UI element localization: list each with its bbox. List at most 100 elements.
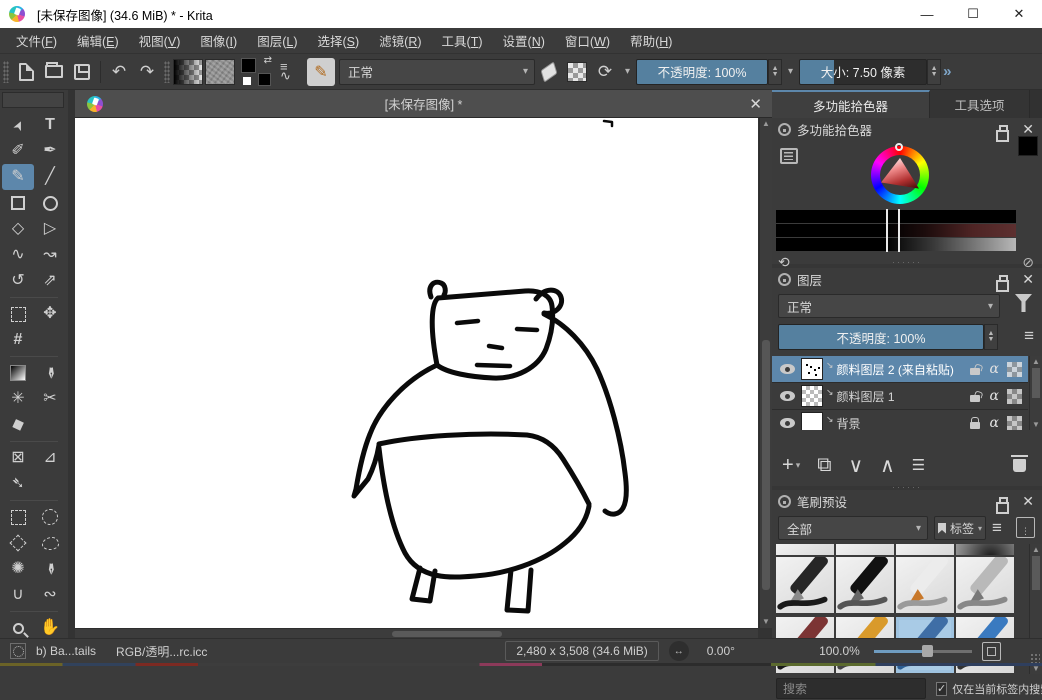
brush-search-input[interactable] <box>776 678 926 699</box>
scroll-up-icon[interactable]: ▲ <box>760 118 772 130</box>
current-color-swatch[interactable] <box>1018 136 1038 156</box>
save-button[interactable] <box>68 59 96 85</box>
layer-list-scrollbar[interactable]: ▲ ▼ <box>1029 356 1042 430</box>
layer-row[interactable]: ↘ 颜料图层 2 (来自粘贴) α <box>772 356 1028 383</box>
layer-opacity-spinner[interactable]: ▲▼ <box>984 324 998 350</box>
layer-alpha-icon[interactable]: α <box>990 415 999 430</box>
lock-icon[interactable] <box>778 123 791 136</box>
menu-item[interactable]: 编辑(E) <box>67 27 129 54</box>
canvas[interactable] <box>75 118 758 628</box>
reload-dropdown-arrow[interactable]: ▾ <box>619 66 636 77</box>
brush-preset-airbrush[interactable] <box>956 544 1014 555</box>
close-panel-icon[interactable]: ✕ <box>1022 493 1034 510</box>
lock-icon[interactable] <box>778 273 791 286</box>
tab-advanced-color-selector[interactable]: 多功能拾色器 <box>772 90 930 118</box>
brush-preset-pen-black-1[interactable] <box>776 557 834 613</box>
toolbox-header-grip[interactable] <box>2 92 64 108</box>
layer-name[interactable]: 颜料图层 1 <box>837 388 968 405</box>
calligraphy-tool[interactable]: ✒ <box>34 138 66 164</box>
preserve-alpha-button[interactable] <box>563 59 591 85</box>
layer-inherit-alpha-icon[interactable] <box>1007 362 1022 377</box>
assistants-tool[interactable]: ➴ <box>2 471 34 497</box>
bezier-select-tool[interactable]: ∪ <box>2 582 34 608</box>
lock-icon[interactable] <box>778 495 791 508</box>
bezier-curve-tool[interactable]: ∿ <box>2 242 34 268</box>
maximize-button[interactable]: ☐ <box>950 0 996 28</box>
freehand-path-tool[interactable]: ↝ <box>34 242 66 268</box>
line-tool[interactable]: ╱ <box>34 164 66 190</box>
dynamic-brush-tool[interactable]: ↺ <box>2 268 34 294</box>
hue-marker[interactable] <box>895 143 903 151</box>
statusbar-brush-name[interactable]: b) Ba...tails <box>36 644 96 658</box>
gradient-tool[interactable] <box>2 360 34 386</box>
layer-lock-icon[interactable] <box>970 395 980 402</box>
panel-drag-handle[interactable]: ······ <box>772 259 1042 265</box>
polyline-tool[interactable]: ▷ <box>34 216 66 242</box>
new-document-button[interactable] <box>12 59 40 85</box>
freehand-brush-tool[interactable]: ✎ <box>2 164 34 190</box>
layer-alpha-icon[interactable]: α <box>990 361 999 377</box>
layer-inherit-alpha-icon[interactable] <box>1007 389 1022 404</box>
brush-view-mode-button[interactable]: ⋮ <box>1016 517 1035 538</box>
brush-preset-eraser-large[interactable] <box>896 544 954 555</box>
menu-item[interactable]: 文件(F) <box>6 27 67 54</box>
brush-size-slider[interactable]: 大小: 7.50 像素 <box>799 59 927 85</box>
layer-visibility-eye-icon[interactable] <box>780 418 795 428</box>
brush-preset-eraser-soft[interactable] <box>836 544 894 555</box>
canvas-rotation-dial-icon[interactable]: ↔ <box>669 641 689 661</box>
menu-item[interactable]: 选择(S) <box>307 27 369 54</box>
menu-item[interactable]: 帮助(H) <box>620 27 682 54</box>
menu-item[interactable]: 图层(L) <box>247 27 307 54</box>
toolbar-grip[interactable] <box>3 61 9 83</box>
opacity-dropdown-arrow[interactable]: ▾ <box>782 66 799 77</box>
layer-thumbnail[interactable] <box>801 358 823 380</box>
move-layer-up-button[interactable]: ∧ <box>880 453 895 478</box>
hscroll-thumb[interactable] <box>392 631 502 637</box>
menu-item[interactable]: 工具(T) <box>432 27 493 54</box>
pattern-edit-tool[interactable]: ✳ <box>2 386 34 412</box>
vscroll-thumb[interactable] <box>762 340 770 590</box>
window-resize-grip[interactable] <box>1030 653 1040 663</box>
foreground-background-color-button[interactable]: ⇄ <box>241 58 271 86</box>
float-panel-icon[interactable] <box>999 125 1008 133</box>
eraser-mode-button[interactable] <box>535 59 563 85</box>
zoom-slider[interactable] <box>874 644 972 658</box>
fill-tool[interactable]: ◆ <box>2 412 34 438</box>
smart-patch-tool[interactable]: ✂ <box>34 386 66 412</box>
brush-size-spinner[interactable]: ▲▼ <box>927 59 941 85</box>
scroll-up-icon[interactable]: ▲ <box>1030 544 1042 555</box>
layer-lock-icon[interactable] <box>970 422 980 429</box>
layer-row[interactable]: ↘ 背景 α <box>772 410 1028 430</box>
magnetic-select-tool[interactable]: ∾ <box>34 582 66 608</box>
tab-tool-options[interactable]: 工具选项 <box>930 90 1030 118</box>
float-panel-icon[interactable] <box>999 497 1008 505</box>
close-panel-icon[interactable]: ✕ <box>1022 121 1034 138</box>
scroll-down-icon[interactable]: ▼ <box>1030 419 1042 430</box>
layer-opacity-slider[interactable]: 不透明度: 100% <box>778 324 984 350</box>
menu-item[interactable]: 设置(N) <box>493 27 555 54</box>
layer-name[interactable]: 颜料图层 2 (来自粘贴) <box>837 361 968 378</box>
text-tool[interactable]: T <box>34 112 66 138</box>
transform-tool[interactable] <box>2 301 34 327</box>
statusbar-color-profile[interactable]: RGB/透明...rc.icc <box>116 643 207 660</box>
contiguous-select-tool[interactable]: ✺ <box>2 556 34 582</box>
close-panel-icon[interactable]: ✕ <box>1022 271 1034 288</box>
canvas-vertical-scrollbar[interactable]: ▲ ▼ <box>759 118 772 628</box>
reference-images-tool[interactable]: ⊠ <box>2 445 34 471</box>
gradient-chooser-button[interactable] <box>173 59 203 85</box>
menu-item[interactable]: 视图(V) <box>129 27 191 54</box>
toolbar-overflow-button[interactable]: » <box>943 63 951 80</box>
brush-preset-pen-black-2[interactable] <box>836 557 894 613</box>
brush-preset-pen-silver[interactable] <box>956 557 1014 613</box>
add-layer-button[interactable]: +▾ <box>782 454 800 477</box>
crop-tool[interactable]: # <box>2 327 34 353</box>
menu-item[interactable]: 窗口(W) <box>555 27 620 54</box>
tags-button[interactable]: 标签 ▾ <box>934 516 986 540</box>
color-sampler-tool[interactable]: ✒ <box>34 360 66 386</box>
undo-button[interactable]: ↶ <box>105 59 133 85</box>
ellipse-tool[interactable] <box>34 190 66 216</box>
scroll-up-icon[interactable]: ▲ <box>1030 356 1042 367</box>
edit-shapes-tool[interactable]: ✐ <box>2 138 34 164</box>
layer-options-menu-icon[interactable]: ≡ <box>1024 326 1034 346</box>
fit-view-button[interactable] <box>982 642 1001 661</box>
